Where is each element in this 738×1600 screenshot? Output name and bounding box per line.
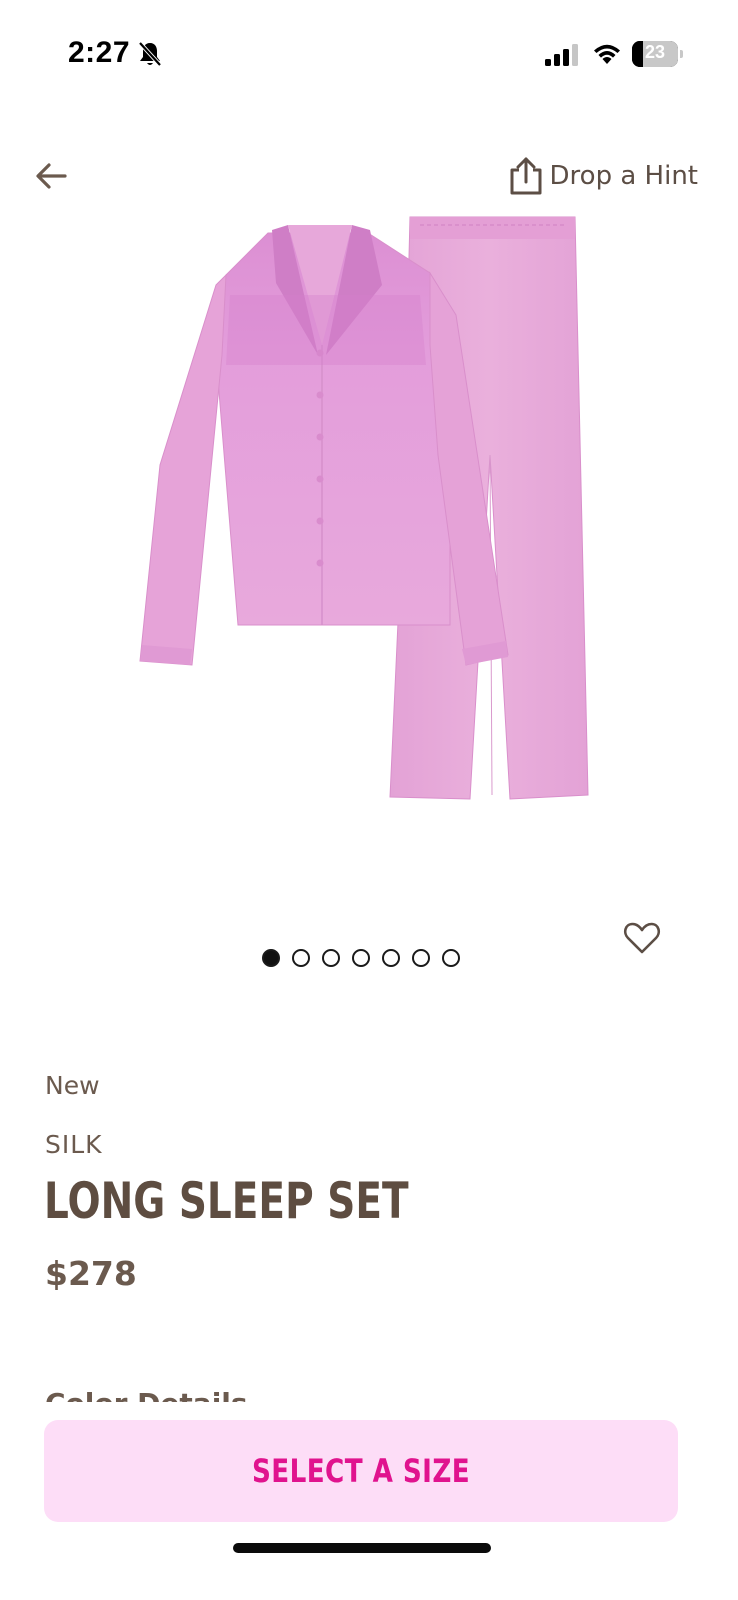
carousel-dot[interactable] xyxy=(322,949,340,967)
heart-outline-icon xyxy=(623,922,661,954)
carousel-dot[interactable] xyxy=(442,949,460,967)
carousel-dot[interactable] xyxy=(352,949,370,967)
wifi-icon xyxy=(594,44,620,64)
product-image[interactable] xyxy=(120,205,620,825)
collection-label: SILK xyxy=(45,1130,103,1159)
product-title: LONG SLEEP SET xyxy=(44,1172,409,1230)
carousel-pagination xyxy=(262,949,460,967)
carousel-dot[interactable] xyxy=(412,949,430,967)
select-size-label: SELECT A SIZE xyxy=(251,1452,471,1490)
battery-nub xyxy=(680,50,683,58)
carousel-dot[interactable] xyxy=(382,949,400,967)
carousel-dot[interactable] xyxy=(292,949,310,967)
battery-percent: 23 xyxy=(644,42,666,62)
arrow-left-icon xyxy=(36,163,67,189)
new-badge: New xyxy=(45,1071,100,1100)
battery-icon: 23 xyxy=(632,41,678,67)
drop-a-hint-label: Drop a Hint xyxy=(549,161,698,191)
carousel-dot[interactable] xyxy=(262,949,280,967)
product-detail-screen: 2:27 23 Drop a Hint New SILK LONG SLEEP … xyxy=(0,0,738,1600)
select-size-button[interactable]: SELECT A SIZE xyxy=(44,1420,678,1522)
cellular-signal-icon xyxy=(545,44,578,66)
bell-slash-icon xyxy=(138,41,162,67)
status-bar: 2:27 23 xyxy=(0,0,738,110)
favorite-button[interactable] xyxy=(622,918,662,958)
drop-a-hint-button[interactable]: Drop a Hint xyxy=(508,152,698,200)
product-price: $278 xyxy=(45,1254,137,1293)
status-time: 2:27 xyxy=(68,36,131,69)
home-indicator[interactable] xyxy=(233,1543,491,1553)
back-button[interactable] xyxy=(30,156,74,196)
color-details-heading: Color Details xyxy=(45,1388,248,1403)
share-icon xyxy=(510,157,542,195)
